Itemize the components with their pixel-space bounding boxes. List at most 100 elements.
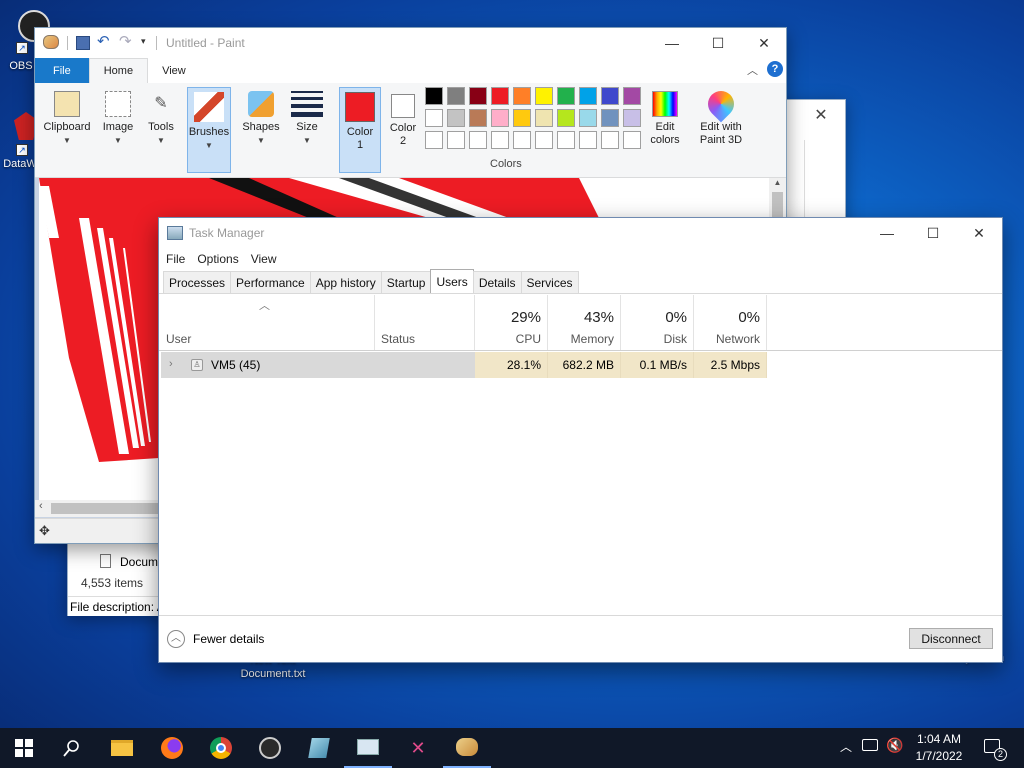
table-row[interactable]: › ♙ VM5 (45) 28.1% 682.2 MB 0.1 MB/s 2.5… xyxy=(161,352,767,378)
task-manager-window[interactable]: Task Manager — ☐ ✕ File Options View Pro… xyxy=(158,217,1003,663)
minimize-button[interactable]: — xyxy=(649,28,695,58)
palette-swatch[interactable] xyxy=(623,109,641,127)
palette-swatch[interactable] xyxy=(491,109,509,127)
shapes-group[interactable]: Shapes ▼ xyxy=(241,87,281,173)
menu-options[interactable]: Options xyxy=(197,252,238,266)
palette-swatch[interactable] xyxy=(557,87,575,105)
column-cpu[interactable]: 29% CPU xyxy=(475,295,548,351)
chrome-icon[interactable] xyxy=(197,728,245,768)
palette-swatch[interactable] xyxy=(491,87,509,105)
palette-swatch[interactable] xyxy=(469,109,487,127)
scroll-up-icon[interactable]: ▲ xyxy=(769,178,786,192)
qat-dropdown-icon[interactable]: ▾ xyxy=(141,36,146,47)
tab-startup[interactable]: Startup xyxy=(380,271,432,293)
disconnect-button[interactable]: Disconnect xyxy=(909,628,993,649)
tab-file[interactable]: File xyxy=(35,58,89,83)
palette-swatch[interactable] xyxy=(425,87,443,105)
palette-swatch[interactable] xyxy=(447,109,465,127)
tab-processes[interactable]: Processes xyxy=(163,271,232,293)
paint-app-icon xyxy=(43,35,59,49)
palette-swatch[interactable] xyxy=(469,87,487,105)
column-memory[interactable]: 43% Memory xyxy=(548,295,621,351)
palette-swatch[interactable] xyxy=(513,109,531,127)
close-icon[interactable]: ✕ xyxy=(801,102,841,130)
undo-icon[interactable]: ↶ xyxy=(97,32,110,50)
help-icon[interactable]: ? xyxy=(767,61,783,77)
palette-swatch[interactable] xyxy=(447,131,465,149)
redo-icon[interactable]: ↷ xyxy=(119,32,132,50)
volume-muted-icon[interactable]: 🔇 xyxy=(886,737,903,754)
palette-swatch[interactable] xyxy=(601,131,619,149)
tab-services[interactable]: Services xyxy=(520,271,579,293)
show-hidden-icons-chevron-icon[interactable]: ︿ xyxy=(840,738,852,755)
palette-swatch[interactable] xyxy=(513,131,531,149)
maximize-button[interactable]: ☐ xyxy=(910,218,956,248)
firefox-icon[interactable] xyxy=(148,728,196,768)
color1-button[interactable]: Color 1 xyxy=(339,87,381,173)
tab-view[interactable]: View xyxy=(148,58,200,83)
tab-home[interactable]: Home xyxy=(88,58,149,83)
paint-icon[interactable] xyxy=(443,728,491,768)
palette-swatch[interactable] xyxy=(557,109,575,127)
obs-icon[interactable] xyxy=(246,728,294,768)
palette-swatch[interactable] xyxy=(601,87,619,105)
file-explorer-icon[interactable] xyxy=(98,728,146,768)
maximize-button[interactable]: ☐ xyxy=(695,28,741,58)
palette-swatch[interactable] xyxy=(557,131,575,149)
palette-swatch[interactable] xyxy=(535,131,553,149)
palette-swatch[interactable] xyxy=(535,109,553,127)
close-button[interactable]: ✕ xyxy=(956,218,1002,248)
palette-swatch[interactable] xyxy=(535,87,553,105)
clock-time[interactable]: 1:04 AM xyxy=(915,732,963,746)
tools-group[interactable]: ✎ Tools ▼ xyxy=(143,87,179,173)
palette-swatch[interactable] xyxy=(579,109,597,127)
palette-swatch[interactable] xyxy=(601,109,619,127)
brushes-group[interactable]: Brushes ▼ xyxy=(187,87,231,173)
fewer-details-button[interactable]: ︿ Fewer details xyxy=(167,629,264,649)
clock-date[interactable]: 1/7/2022 xyxy=(912,749,966,763)
tab-performance[interactable]: Performance xyxy=(230,271,311,293)
minimize-button[interactable]: — xyxy=(864,218,910,248)
size-group[interactable]: Size ▼ xyxy=(289,87,325,173)
palette-swatch[interactable] xyxy=(579,87,597,105)
edit-with-paint3d-button[interactable]: Edit with Paint 3D xyxy=(691,85,751,173)
tab-details[interactable]: Details xyxy=(472,271,522,293)
tool-icon[interactable]: ✕ xyxy=(394,728,442,768)
palette-swatch[interactable] xyxy=(425,109,443,127)
scrollbar-thumb[interactable] xyxy=(51,503,161,514)
task-manager-icon[interactable] xyxy=(344,728,392,768)
column-user[interactable]: ︿ User xyxy=(159,295,375,351)
app-icon[interactable] xyxy=(295,728,343,768)
scroll-left-icon[interactable]: ‹ xyxy=(39,500,43,512)
palette-swatch[interactable] xyxy=(579,131,597,149)
menu-file[interactable]: File xyxy=(166,252,185,266)
paint-titlebar[interactable]: ↶ ↷ ▾ Untitled - Paint — ☐ ✕ xyxy=(35,28,786,58)
column-network[interactable]: 0% Network xyxy=(694,295,767,351)
start-icon[interactable] xyxy=(0,728,48,768)
paint3d-label-1: Edit with xyxy=(700,121,742,133)
expand-chevron-icon[interactable]: › xyxy=(169,358,173,370)
color2-button[interactable]: Color 2 xyxy=(385,87,421,173)
file-item-name[interactable]: Docum xyxy=(120,555,158,569)
palette-swatch[interactable] xyxy=(623,131,641,149)
menu-view[interactable]: View xyxy=(251,252,277,266)
close-button[interactable]: ✕ xyxy=(741,28,787,58)
collapse-ribbon-icon[interactable]: ︿ xyxy=(747,62,758,78)
search-icon[interactable] xyxy=(48,728,96,768)
save-icon[interactable] xyxy=(76,36,90,50)
palette-swatch[interactable] xyxy=(491,131,509,149)
column-disk[interactable]: 0% Disk xyxy=(621,295,694,351)
network-icon[interactable] xyxy=(862,739,878,751)
column-status[interactable]: Status xyxy=(375,295,475,351)
palette-swatch[interactable] xyxy=(513,87,531,105)
palette-swatch[interactable] xyxy=(447,87,465,105)
edit-colors-button[interactable]: Edit colors xyxy=(645,87,685,173)
clipboard-group[interactable]: Clipboard ▼ xyxy=(39,87,95,173)
tab-users[interactable]: Users xyxy=(430,269,474,293)
tab-app-history[interactable]: App history xyxy=(309,271,382,293)
palette-swatch[interactable] xyxy=(623,87,641,105)
taskmgr-titlebar[interactable]: Task Manager — ☐ ✕ xyxy=(159,218,1002,248)
image-group[interactable]: Image ▼ xyxy=(99,87,137,173)
palette-swatch[interactable] xyxy=(425,131,443,149)
palette-swatch[interactable] xyxy=(469,131,487,149)
